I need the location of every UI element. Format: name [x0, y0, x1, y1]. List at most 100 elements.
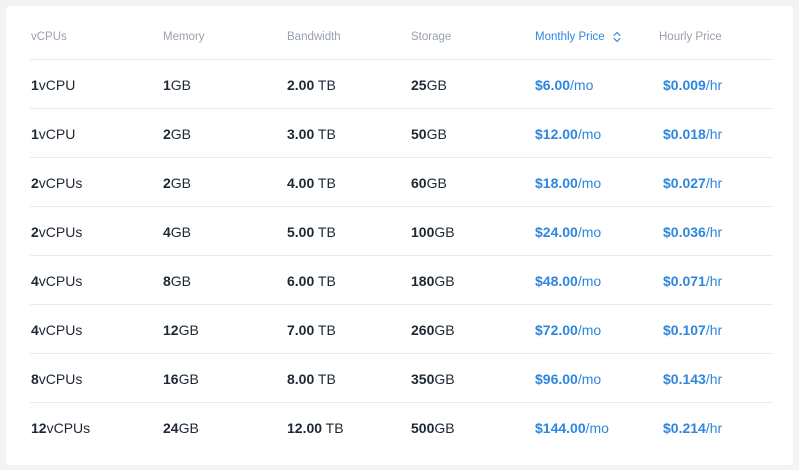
cell-hourly-price: $0.036/hr: [663, 207, 722, 256]
value-unit: /mo: [577, 370, 602, 387]
value-number: 100: [411, 223, 435, 240]
value-unit: GB: [170, 272, 192, 289]
table-row[interactable]: 2 vCPUs 2 GB 4.00 TB 60 GB $18.00/mo $0.027/hr: [6, 158, 793, 207]
value-number: $0.143: [663, 370, 706, 387]
value-unit: GB: [434, 370, 455, 387]
value-unit: GB: [170, 174, 192, 191]
cell-hourly-price: $0.009/hr: [663, 60, 722, 109]
value-number: $6.00: [535, 76, 571, 93]
value-number: 2: [31, 174, 39, 191]
value-number: 500: [411, 419, 435, 436]
cell-vcpus: 12 vCPUs: [31, 403, 90, 452]
cell-bandwidth: 2.00 TB: [287, 60, 336, 109]
cell-memory: 2 GB: [163, 109, 191, 158]
value-number: 2: [163, 125, 171, 142]
column-header-label: Storage: [411, 30, 452, 43]
cell-monthly-price: $6.00/mo: [535, 60, 593, 109]
table-row[interactable]: 1 vCPU 2 GB 3.00 TB 50 GB $12.00/mo $0.018/hr: [6, 109, 793, 158]
cell-storage: 60 GB: [411, 158, 447, 207]
value-number: $0.107: [663, 321, 706, 338]
table-row[interactable]: 2 vCPUs 4 GB 5.00 TB 100 GB $24.00/mo $0.036/hr: [6, 207, 793, 256]
sort-updown-icon[interactable]: [613, 31, 621, 43]
column-header-label: Memory: [163, 30, 205, 43]
value-number: 1: [163, 76, 171, 93]
cell-memory: 4 GB: [163, 207, 191, 256]
table-row[interactable]: 4 vCPUs 12 GB 7.00 TB 260 GB $72.00/mo $0.107/hr: [6, 305, 793, 354]
value-unit: /hr: [705, 370, 723, 387]
value-unit: vCPU: [38, 125, 76, 142]
value-unit: TB: [314, 125, 336, 142]
value-number: 12.00: [287, 419, 323, 436]
value-number: 5.00: [287, 223, 315, 240]
value-unit: GB: [434, 223, 455, 240]
column-header-hourly-price[interactable]: Hourly Price: [659, 6, 722, 60]
cell-storage: 50 GB: [411, 109, 447, 158]
column-header-label: Bandwidth: [287, 30, 341, 43]
value-unit: /mo: [577, 272, 602, 289]
column-header-label: Monthly Price: [535, 30, 605, 43]
cell-hourly-price: $0.143/hr: [663, 354, 722, 403]
value-number: 1: [31, 76, 39, 93]
value-number: $0.027: [663, 174, 706, 191]
cell-hourly-price: $0.071/hr: [663, 256, 722, 305]
cell-monthly-price: $72.00/mo: [535, 305, 601, 354]
value-unit: TB: [314, 321, 336, 338]
value-unit: GB: [178, 321, 199, 338]
value-unit: /mo: [585, 419, 609, 436]
value-unit: /hr: [705, 321, 723, 338]
cell-monthly-price: $96.00/mo: [535, 354, 601, 403]
value-number: 60: [411, 174, 427, 191]
cell-bandwidth: 6.00 TB: [287, 256, 336, 305]
cell-vcpus: 4 vCPUs: [31, 305, 82, 354]
cell-hourly-price: $0.107/hr: [663, 305, 722, 354]
table-row[interactable]: 4 vCPUs 8 GB 6.00 TB 180 GB $48.00/mo $0.071/hr: [6, 256, 793, 305]
value-number: 3.00: [287, 125, 315, 142]
value-number: $18.00: [535, 174, 578, 191]
cell-storage: 350 GB: [411, 354, 455, 403]
cell-hourly-price: $0.214/hr: [663, 403, 722, 452]
column-header-monthly-price[interactable]: Monthly Price: [535, 6, 621, 60]
value-number: 1: [31, 125, 39, 142]
table-row[interactable]: 12 vCPUs 24 GB 12.00 TB 500 GB $144.00/mo $0.214…: [6, 403, 793, 452]
cell-monthly-price: $12.00/mo: [535, 109, 601, 158]
value-unit: GB: [434, 419, 455, 436]
column-header-bandwidth[interactable]: Bandwidth: [287, 6, 341, 60]
value-number: 25: [411, 76, 427, 93]
cell-vcpus: 1 vCPU: [31, 109, 75, 158]
cell-storage: 180 GB: [411, 256, 455, 305]
column-header-storage[interactable]: Storage: [411, 6, 451, 60]
value-unit: /hr: [705, 223, 723, 240]
column-header-vcpus[interactable]: vCPUs: [31, 6, 67, 60]
value-number: 180: [411, 272, 435, 289]
value-unit: TB: [314, 370, 336, 387]
value-number: 4.00: [287, 174, 315, 191]
value-unit: vCPUs: [38, 174, 83, 191]
cell-bandwidth: 5.00 TB: [287, 207, 336, 256]
value-unit: GB: [178, 370, 199, 387]
value-unit: TB: [314, 223, 336, 240]
cell-vcpus: 1 vCPU: [31, 60, 75, 109]
column-header-memory[interactable]: Memory: [163, 6, 205, 60]
value-unit: TB: [314, 174, 336, 191]
value-unit: GB: [170, 125, 192, 142]
value-number: 8: [163, 272, 171, 289]
value-number: 2: [31, 223, 39, 240]
value-number: 12: [31, 419, 47, 436]
value-unit: GB: [434, 321, 455, 338]
value-number: $96.00: [535, 370, 578, 387]
value-unit: vCPUs: [38, 370, 83, 387]
value-number: $0.009: [663, 76, 706, 93]
cell-storage: 500 GB: [411, 403, 455, 452]
cell-bandwidth: 12.00 TB: [287, 403, 344, 452]
table-row[interactable]: 8 vCPUs 16 GB 8.00 TB 350 GB $96.00/mo $0.143/hr: [6, 354, 793, 403]
value-number: $48.00: [535, 272, 578, 289]
cell-monthly-price: $144.00/mo: [535, 403, 609, 452]
cell-vcpus: 2 vCPUs: [31, 158, 82, 207]
value-number: 16: [163, 370, 179, 387]
value-number: 12: [163, 321, 179, 338]
value-number: 4: [31, 272, 39, 289]
value-number: 24: [163, 419, 179, 436]
table-row[interactable]: 1 vCPU 1 GB 2.00 TB 25 GB $6.00/mo $0.009/hr: [6, 60, 793, 109]
value-unit: vCPUs: [38, 321, 83, 338]
value-unit: GB: [426, 76, 447, 93]
